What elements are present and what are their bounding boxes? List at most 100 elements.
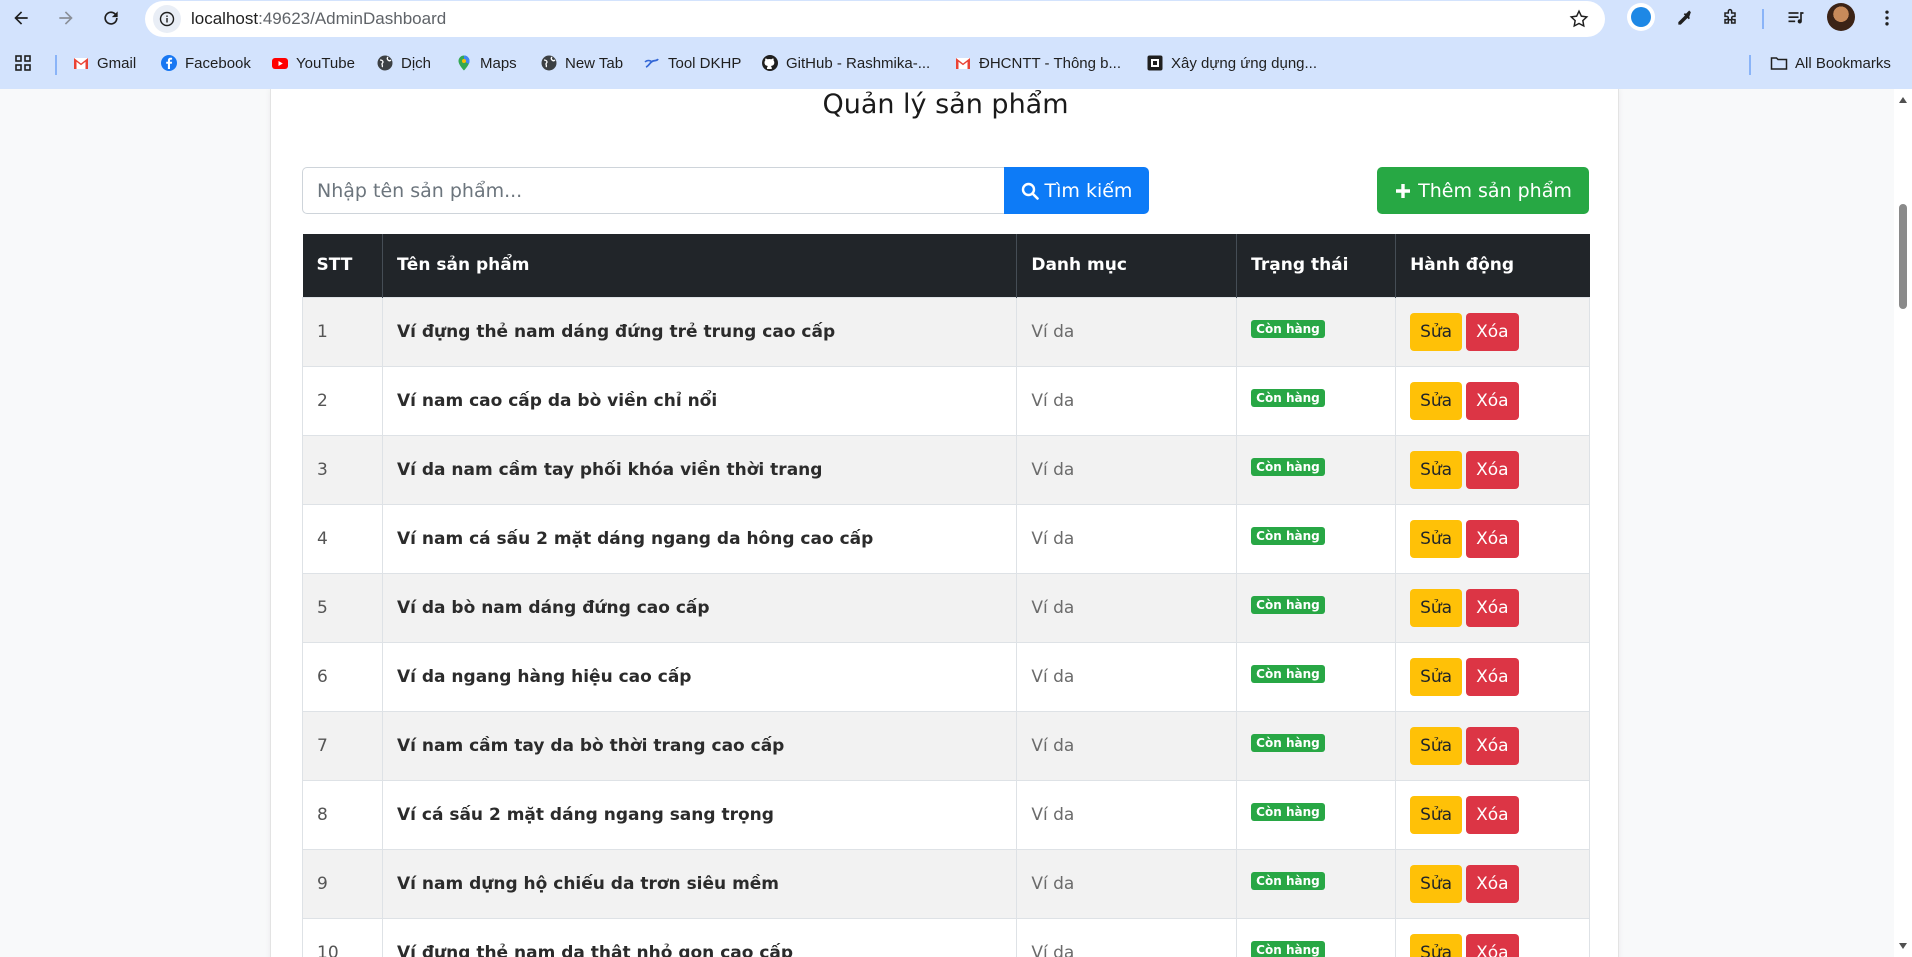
profile-avatar[interactable] xyxy=(1827,3,1855,31)
url-text: localhost:49623/AdminDashboard xyxy=(191,9,446,29)
table-row: 2 Ví nam cao cấp da bò viền chỉ nổi Ví d… xyxy=(302,365,1590,436)
search-button[interactable]: Tìm kiếm xyxy=(1004,167,1149,214)
page-scrollbar[interactable] xyxy=(1894,89,1912,957)
app-icon xyxy=(1146,54,1164,72)
edit-button[interactable]: Sửa xyxy=(1410,726,1463,765)
scroll-up-arrow-icon[interactable] xyxy=(1898,95,1908,105)
cell-category: Ví da xyxy=(1016,296,1238,367)
table-row: 7 Ví nam cầm tay da bò thời trang cao cấ… xyxy=(302,710,1590,781)
delete-button[interactable]: Xóa xyxy=(1466,588,1519,627)
cell-stt: 2 xyxy=(302,365,383,436)
more-menu-icon[interactable] xyxy=(1873,4,1901,32)
delete-button[interactable]: Xóa xyxy=(1466,519,1519,558)
browser-chrome: localhost:49623/AdminDashboard Gmail Fac… xyxy=(0,0,1912,89)
edit-button[interactable]: Sửa xyxy=(1410,450,1463,489)
cell-name: Ví đựng thẻ nam dáng đứng trẻ trung cao … xyxy=(381,296,1018,367)
bookmark-label: Gmail xyxy=(97,54,137,72)
delete-button[interactable]: Xóa xyxy=(1466,864,1519,903)
bookmark-dich[interactable]: Dịch xyxy=(376,50,431,76)
apps-grid-icon[interactable] xyxy=(14,50,32,76)
delete-button[interactable]: Xóa xyxy=(1466,726,1519,765)
bookmark-label: ĐHCNTT - Thông b... xyxy=(979,54,1121,72)
cell-actions: Sửa Xóa xyxy=(1395,917,1590,957)
extensions-puzzle-icon[interactable] xyxy=(1716,4,1744,32)
cell-stt: 4 xyxy=(302,503,383,574)
bookmark-label: Maps xyxy=(480,54,517,72)
page-title: Quản lý sản phẩm xyxy=(822,89,1069,120)
cell-stt: 10 xyxy=(302,917,383,957)
gmail-icon xyxy=(954,54,972,72)
site-info-icon[interactable] xyxy=(153,5,181,33)
cell-category: Ví da xyxy=(1016,779,1238,850)
bookmark-github[interactable]: GitHub - Rashmika-... xyxy=(761,50,930,76)
delete-button[interactable]: Xóa xyxy=(1466,795,1519,834)
table-row: 9 Ví nam dựng hộ chiếu da trơn siêu mềm … xyxy=(302,848,1590,919)
cell-stt: 5 xyxy=(302,572,383,643)
status-badge: Còn hàng xyxy=(1251,526,1325,545)
bookmark-new-tab[interactable]: New Tab xyxy=(540,50,623,76)
table-header-row: STT Tên sản phẩm Danh mục Trạng thái Hàn… xyxy=(302,234,1590,297)
bookmark-tool-dkhp[interactable]: Tool DKHP xyxy=(643,50,741,76)
add-product-button[interactable]: Thêm sản phẩm xyxy=(1377,167,1589,214)
edit-button[interactable]: Sửa xyxy=(1410,864,1463,903)
reload-icon[interactable] xyxy=(97,4,125,32)
back-icon[interactable] xyxy=(7,4,35,32)
delete-button[interactable]: Xóa xyxy=(1466,312,1519,351)
table-row: 5 Ví da bò nam dáng đứng cao cấp Ví da C… xyxy=(302,572,1590,643)
cell-stt: 9 xyxy=(302,848,383,919)
delete-button[interactable]: Xóa xyxy=(1466,657,1519,696)
header-actions: Hành động xyxy=(1395,234,1590,297)
search-input[interactable] xyxy=(302,167,1004,214)
forward-icon[interactable] xyxy=(52,4,80,32)
delete-button[interactable]: Xóa xyxy=(1466,933,1519,957)
cell-category: Ví da xyxy=(1016,503,1238,574)
status-badge: Còn hàng xyxy=(1251,802,1325,821)
folder-icon xyxy=(1770,54,1788,72)
cell-actions: Sửa Xóa xyxy=(1395,641,1590,712)
media-control-icon[interactable] xyxy=(1782,4,1810,32)
status-badge: Còn hàng xyxy=(1251,871,1325,890)
status-badge: Còn hàng xyxy=(1251,457,1325,476)
youtube-icon xyxy=(271,54,289,72)
all-bookmarks[interactable]: All Bookmarks xyxy=(1770,50,1891,76)
edit-button[interactable]: Sửa xyxy=(1410,795,1463,834)
edit-button[interactable]: Sửa xyxy=(1410,381,1463,420)
cell-status: Còn hàng xyxy=(1236,848,1397,919)
bookmark-youtube[interactable]: YouTube xyxy=(271,50,355,76)
table-row: 10 Ví đựng thẻ nam da thật nhỏ gọn cao c… xyxy=(302,917,1590,957)
cell-actions: Sửa Xóa xyxy=(1395,503,1590,574)
bookmark-maps[interactable]: Maps xyxy=(455,50,517,76)
delete-button[interactable]: Xóa xyxy=(1466,450,1519,489)
edit-button[interactable]: Sửa xyxy=(1410,519,1463,558)
scroll-down-arrow-icon[interactable] xyxy=(1898,941,1908,951)
add-product-label: Thêm sản phẩm xyxy=(1418,179,1572,202)
cell-name: Ví nam dựng hộ chiếu da trơn siêu mềm xyxy=(381,848,1018,919)
edit-button[interactable]: Sửa xyxy=(1410,588,1463,627)
edit-button[interactable]: Sửa xyxy=(1410,657,1463,696)
bookmarks-bar: Gmail Facebook YouTube Dịch Maps New Tab… xyxy=(0,48,1912,80)
all-bookmarks-label: All Bookmarks xyxy=(1795,54,1891,72)
scrollbar-thumb[interactable] xyxy=(1899,204,1907,309)
table-row: 3 Ví da nam cầm tay phối khóa viền thời … xyxy=(302,434,1590,505)
bookmark-label: Xây dựng ứng dụng... xyxy=(1171,54,1318,72)
cell-name: Ví nam cầm tay da bò thời trang cao cấp xyxy=(381,710,1018,781)
globe-icon xyxy=(540,54,558,72)
cell-stt: 8 xyxy=(302,779,383,850)
bookmark-facebook[interactable]: Facebook xyxy=(160,50,251,76)
eyedropper-icon[interactable] xyxy=(1671,4,1699,32)
cell-stt: 7 xyxy=(302,710,383,781)
search-icon xyxy=(1021,182,1039,200)
bookmark-dhcntt[interactable]: ĐHCNTT - Thông b... xyxy=(954,50,1121,76)
cell-status: Còn hàng xyxy=(1236,710,1397,781)
bookmark-gmail[interactable]: Gmail xyxy=(72,50,136,76)
cell-name: Ví cá sấu 2 mặt dáng ngang sang trọng xyxy=(381,779,1018,850)
bookmark-star-icon[interactable] xyxy=(1567,7,1591,31)
edit-button[interactable]: Sửa xyxy=(1410,933,1463,957)
extension-icon[interactable] xyxy=(1627,3,1655,31)
plus-icon xyxy=(1396,183,1411,198)
cell-status: Còn hàng xyxy=(1236,641,1397,712)
bookmark-xay-dung[interactable]: Xây dựng ứng dụng... xyxy=(1146,50,1317,76)
edit-button[interactable]: Sửa xyxy=(1410,312,1463,351)
address-bar[interactable]: localhost:49623/AdminDashboard xyxy=(145,1,1605,37)
delete-button[interactable]: Xóa xyxy=(1466,381,1519,420)
